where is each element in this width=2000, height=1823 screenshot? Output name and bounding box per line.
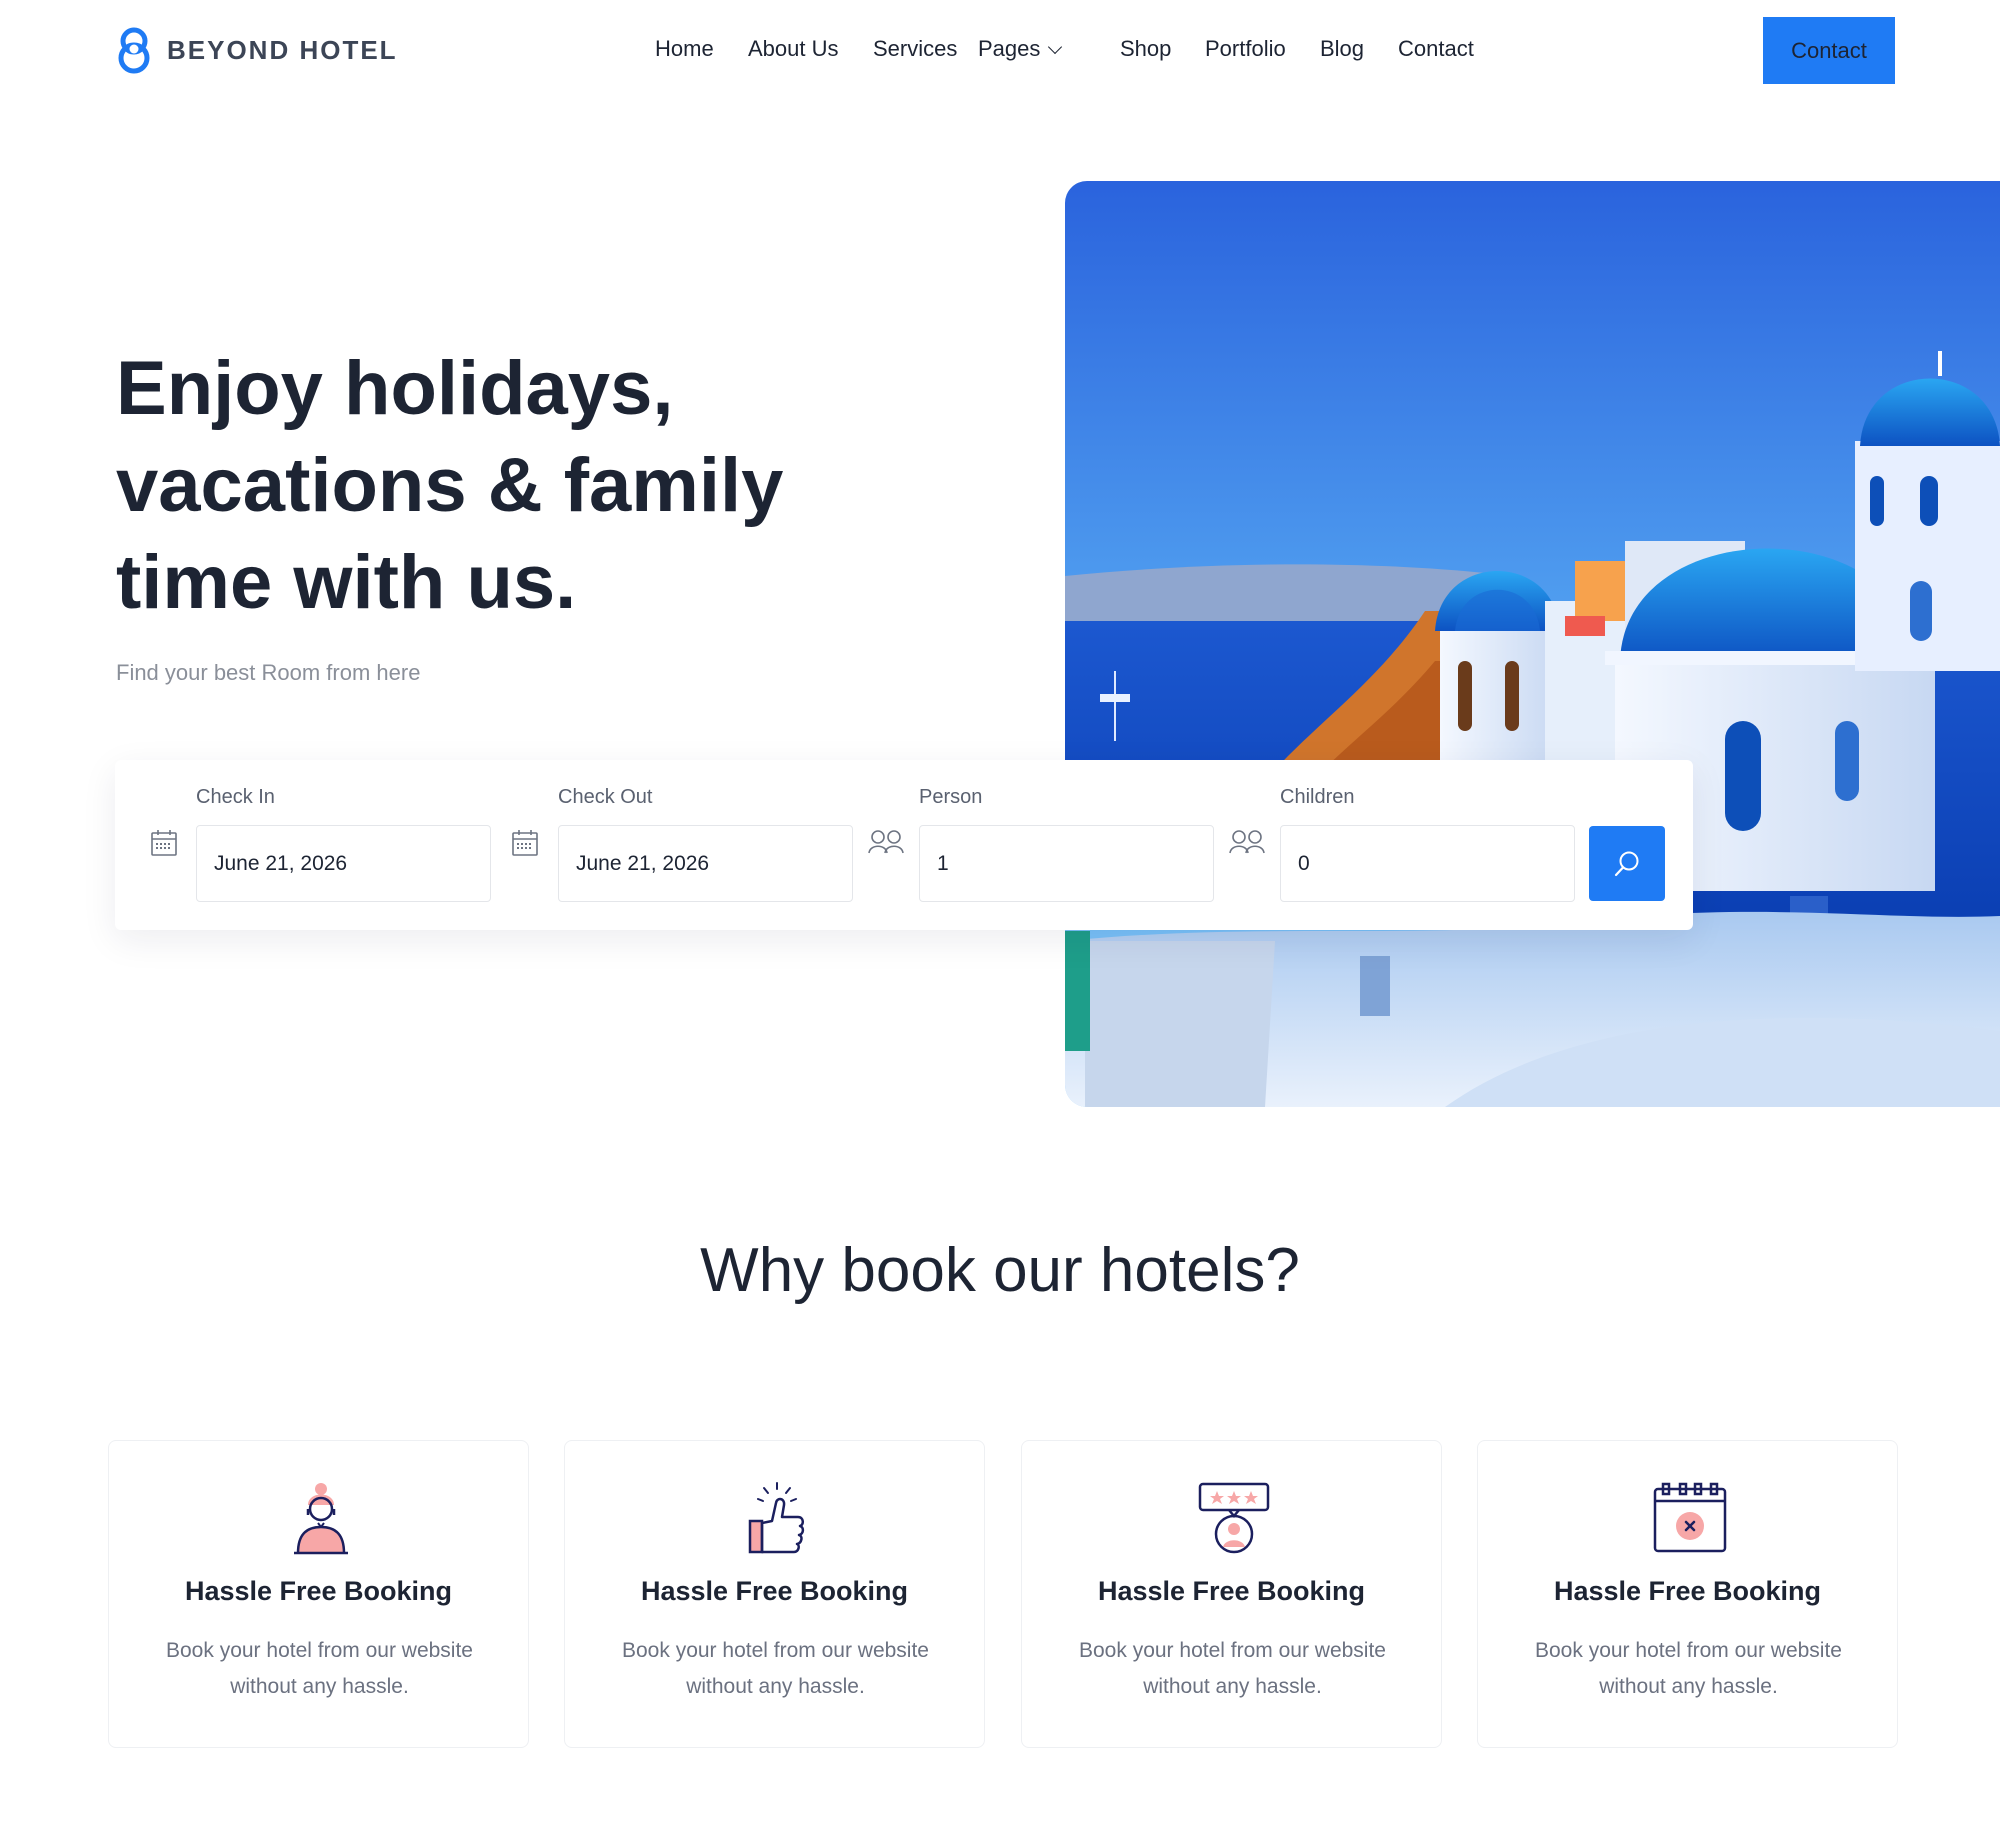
feature-card: Hassle Free Booking Book your hotel from… bbox=[1021, 1440, 1442, 1748]
nav-about-us[interactable]: About Us bbox=[748, 36, 839, 62]
feature-card-text: Book your hotel from our website without… bbox=[166, 1639, 473, 1698]
feature-card: Hassle Free Booking Book your hotel from… bbox=[564, 1440, 985, 1748]
feature-card: Hassle Free Booking Book your hotel from… bbox=[108, 1440, 529, 1748]
nav-blog[interactable]: Blog bbox=[1320, 36, 1364, 62]
nav-portfolio[interactable]: Portfolio bbox=[1205, 36, 1286, 62]
feature-card-title: Hassle Free Booking bbox=[184, 1576, 453, 1606]
hero-image bbox=[1065, 181, 2000, 1107]
users-icon bbox=[868, 830, 904, 854]
feature-card-text: Book your hotel from our website without… bbox=[622, 1639, 929, 1698]
children-input[interactable]: 0 bbox=[1280, 825, 1575, 902]
children-label: Children bbox=[1280, 786, 1355, 808]
search-button[interactable] bbox=[1589, 826, 1665, 901]
why-section-title: Why book our hotels? bbox=[700, 1236, 1300, 1305]
calendar-icon bbox=[151, 830, 177, 856]
contact-button[interactable]: Contact bbox=[1763, 17, 1895, 84]
feature-card-text: Book your hotel from our website without… bbox=[1535, 1639, 1842, 1698]
users-icon bbox=[1229, 830, 1265, 854]
hero-subtitle: Find your best Room from here bbox=[116, 660, 421, 685]
check-out-label: Check Out bbox=[558, 786, 653, 808]
calendar-icon bbox=[512, 830, 538, 856]
chevron-down-icon bbox=[1048, 39, 1063, 55]
person-input[interactable]: 1 bbox=[919, 825, 1214, 902]
brand-logo[interactable]: BEYOND HOTEL bbox=[115, 26, 398, 74]
feature-card-title: Hassle Free Booking bbox=[1097, 1576, 1366, 1606]
nav-pages[interactable]: Pages bbox=[978, 36, 1063, 62]
check-out-input[interactable]: June 21, 2026 bbox=[558, 825, 853, 902]
feature-card-title: Hassle Free Booking bbox=[640, 1576, 909, 1606]
nav-contact[interactable]: Contact bbox=[1398, 36, 1474, 62]
rating-review-icon bbox=[1198, 1482, 1270, 1554]
feature-card-title: Hassle Free Booking bbox=[1553, 1576, 1822, 1606]
logo-icon bbox=[118, 27, 150, 74]
nav-pages-label: Pages bbox=[978, 36, 1041, 61]
nav-home[interactable]: Home bbox=[655, 36, 714, 62]
thumbs-up-icon bbox=[748, 1482, 805, 1554]
brand-name: BEYOND HOTEL bbox=[167, 34, 398, 65]
search-icon bbox=[1614, 851, 1639, 876]
check-in-label: Check In bbox=[196, 786, 275, 808]
person-label: Person bbox=[919, 786, 983, 808]
booking-form: Check In June 21, 2026 Check Out June 21… bbox=[115, 760, 1693, 930]
santorini-illustration bbox=[1065, 181, 2000, 1107]
support-agent-icon bbox=[294, 1483, 348, 1555]
feature-card-text: Book your hotel from our website without… bbox=[1079, 1639, 1386, 1698]
nav-shop[interactable]: Shop bbox=[1120, 36, 1171, 62]
feature-card: Hassle Free Booking Book your hotel from… bbox=[1477, 1440, 1898, 1748]
page: BEYOND HOTEL Home About Us Services Page… bbox=[0, 0, 2000, 1823]
calendar-cancel-icon bbox=[1653, 1482, 1727, 1553]
hero-title: Enjoy holidays, vacations & family time … bbox=[116, 346, 784, 625]
check-in-input[interactable]: June 21, 2026 bbox=[196, 825, 491, 902]
nav-services[interactable]: Services bbox=[873, 36, 957, 62]
